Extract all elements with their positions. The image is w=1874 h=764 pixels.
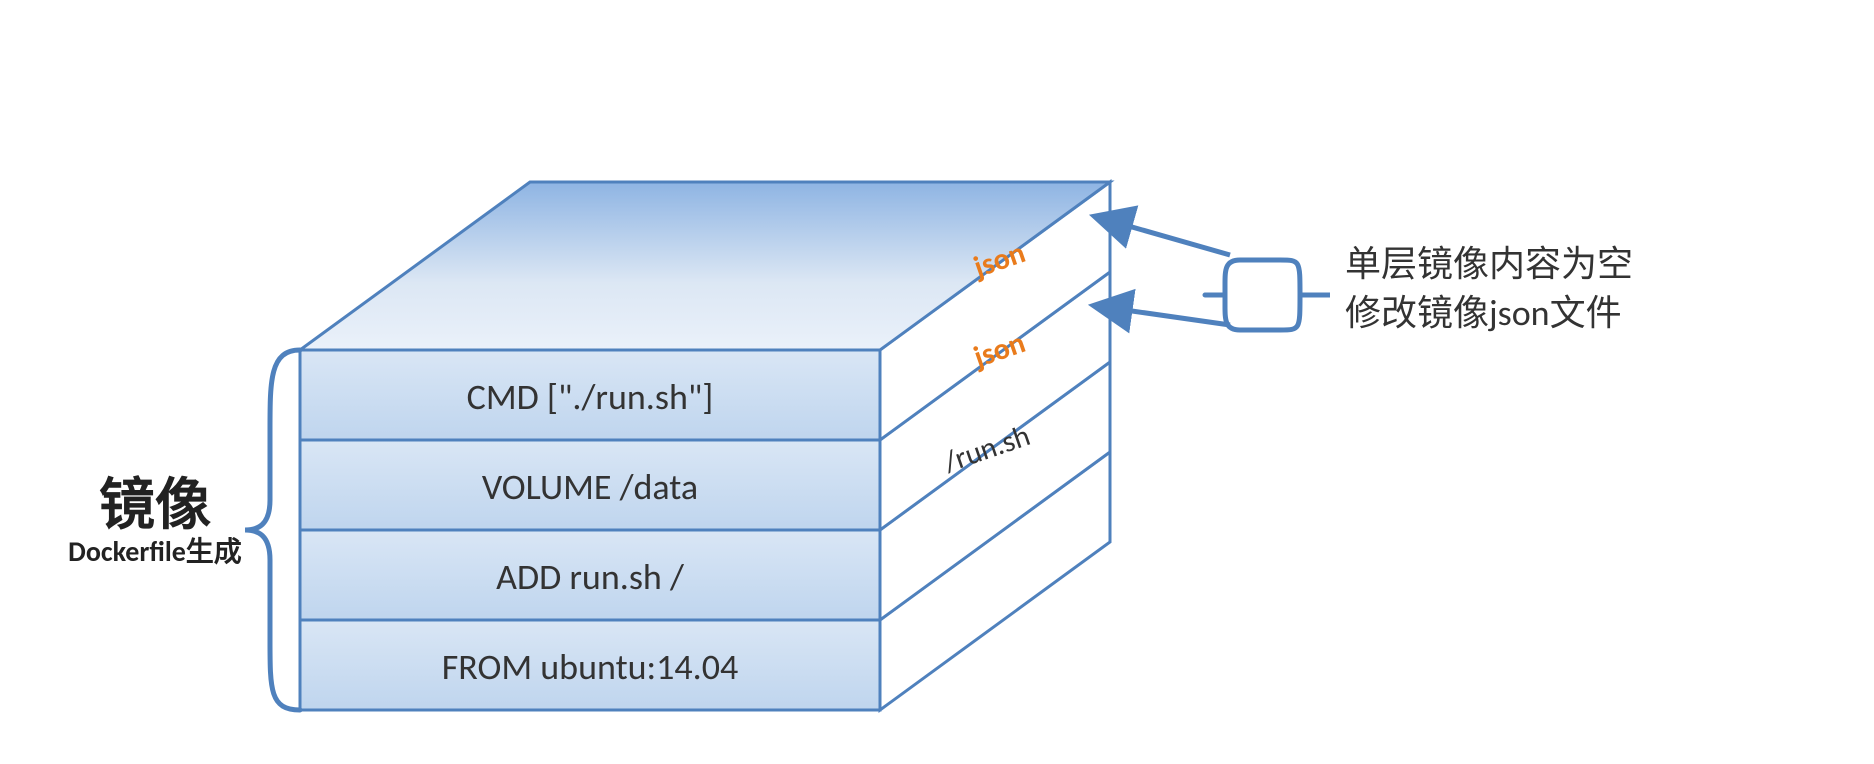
layer-label-volume: VOLUME /data xyxy=(310,465,870,509)
annotation-line-2: 修改镜像json文件 xyxy=(1345,291,1622,335)
layer-label-cmd: CMD ["./run.sh"] xyxy=(310,375,870,419)
bracket-join xyxy=(1280,260,1300,330)
layer-label-add: ADD run.sh / xyxy=(310,555,870,599)
layer-label-from: FROM ubuntu:14.04 xyxy=(310,645,870,689)
left-subtitle: Dockerfile生成 xyxy=(40,530,270,570)
diagram-canvas xyxy=(0,0,1874,764)
left-title: 镜像 xyxy=(60,460,250,541)
annotation-text: 单层镜像内容为空 修改镜像json文件 xyxy=(1345,240,1633,337)
right-bracket xyxy=(1205,260,1260,330)
arrow-to-json-1 xyxy=(1125,225,1230,255)
arrow-to-json-2 xyxy=(1125,310,1230,325)
annotation-line-1: 单层镜像内容为空 xyxy=(1345,242,1633,286)
